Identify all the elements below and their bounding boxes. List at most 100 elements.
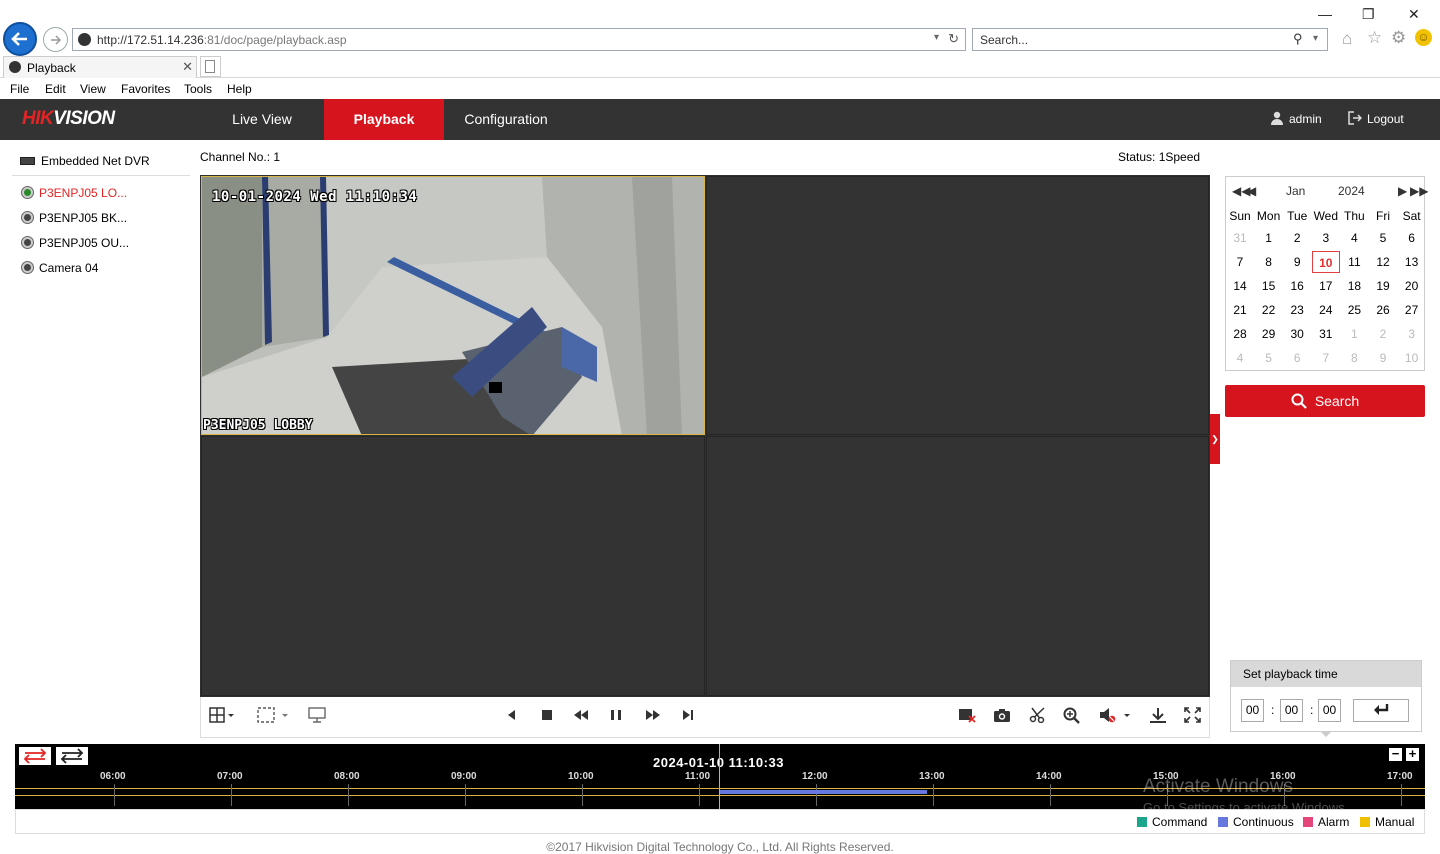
slow-down-icon[interactable] xyxy=(572,707,590,727)
calendar-day[interactable]: 30 xyxy=(1283,323,1311,345)
calendar-day[interactable]: 9 xyxy=(1283,251,1311,273)
calendar-day[interactable]: 12 xyxy=(1369,251,1397,273)
calendar-day[interactable]: 21 xyxy=(1226,299,1254,321)
video-window-1[interactable]: 10-01-2024 Wed 11:10:34 P3ENPJ05 LOBBY xyxy=(201,176,705,435)
address-bar[interactable]: http://172.51.14.236:81/doc/page/playbac… xyxy=(72,28,966,51)
forward-button[interactable] xyxy=(43,27,68,52)
nav-configuration[interactable]: Configuration xyxy=(444,99,568,140)
calendar-day[interactable]: 7 xyxy=(1226,251,1254,273)
menu-tools[interactable]: Tools xyxy=(184,82,212,96)
back-button[interactable] xyxy=(3,22,37,56)
next-month-icon[interactable]: ▶ xyxy=(1398,184,1407,198)
hour-input[interactable]: 00 xyxy=(1241,699,1264,722)
timeline-zoom-out-button[interactable]: − xyxy=(1389,747,1402,761)
settings-gear-icon[interactable]: ⚙ xyxy=(1391,28,1406,48)
calendar-day[interactable]: 5 xyxy=(1255,347,1283,369)
window-layout-icon[interactable] xyxy=(209,707,235,727)
tab-close-icon[interactable]: ✕ xyxy=(182,59,193,75)
calendar-day[interactable]: 31 xyxy=(1226,227,1254,249)
calendar-day[interactable]: 15 xyxy=(1255,275,1283,297)
calendar-day[interactable]: 18 xyxy=(1340,275,1368,297)
region-select-icon[interactable] xyxy=(257,707,291,727)
search-dropdown-icon[interactable]: ▾ xyxy=(1313,33,1318,44)
digital-zoom-icon[interactable] xyxy=(308,707,326,727)
calendar-day[interactable]: 7 xyxy=(1312,347,1340,369)
minimize-icon[interactable]: — xyxy=(1318,6,1332,22)
calendar-day[interactable]: 10 xyxy=(1311,251,1340,273)
timeline-next-period-button[interactable] xyxy=(56,747,88,765)
search-icon[interactable]: ⚲ xyxy=(1293,31,1303,47)
audio-muted-icon[interactable] xyxy=(1098,707,1132,727)
calendar-day[interactable]: 31 xyxy=(1312,323,1340,345)
calendar-day[interactable]: 3 xyxy=(1312,227,1340,249)
calendar-day[interactable]: 23 xyxy=(1283,299,1311,321)
dropdown-icon[interactable]: ▾ xyxy=(934,32,939,43)
home-icon[interactable]: ⌂ xyxy=(1342,29,1352,49)
calendar-day[interactable]: 27 xyxy=(1398,299,1426,321)
calendar-year[interactable]: 2024 xyxy=(1338,184,1365,198)
smiley-feedback-icon[interactable]: ☺ xyxy=(1415,29,1432,46)
user-menu[interactable]: admin xyxy=(1270,99,1322,140)
logout-button[interactable]: Logout xyxy=(1348,99,1404,140)
fullscreen-icon[interactable] xyxy=(1184,707,1201,727)
calendar-day[interactable]: 6 xyxy=(1398,227,1426,249)
calendar-day[interactable]: 5 xyxy=(1369,227,1397,249)
calendar-day[interactable]: 16 xyxy=(1283,275,1311,297)
calendar-day[interactable]: 11 xyxy=(1340,251,1368,273)
nav-live-view[interactable]: Live View xyxy=(200,99,324,140)
calendar-day[interactable]: 2 xyxy=(1369,323,1397,345)
timeline-prev-period-button[interactable] xyxy=(19,747,51,765)
menu-file[interactable]: File xyxy=(10,82,29,96)
tab-playback[interactable]: Playback ✕ xyxy=(3,56,197,78)
calendar-day[interactable]: 8 xyxy=(1255,251,1283,273)
browser-search-input[interactable]: Search... ⚲ ▾ xyxy=(972,28,1328,51)
refresh-icon[interactable]: ↻ xyxy=(948,31,959,47)
reverse-play-icon[interactable] xyxy=(504,707,518,727)
next-year-icon[interactable]: ▶▶ xyxy=(1410,184,1428,198)
calendar-day[interactable]: 28 xyxy=(1226,323,1254,345)
menu-edit[interactable]: Edit xyxy=(45,82,66,96)
calendar-day[interactable]: 4 xyxy=(1226,347,1254,369)
calendar-day[interactable]: 4 xyxy=(1340,227,1368,249)
video-window-4[interactable] xyxy=(706,436,1209,696)
tree-camera-3[interactable]: P3ENPJ05 OU... xyxy=(22,233,129,253)
calendar-day[interactable]: 26 xyxy=(1369,299,1397,321)
calendar-day[interactable]: 17 xyxy=(1312,275,1340,297)
nav-playback[interactable]: Playback xyxy=(324,99,444,140)
second-input[interactable]: 00 xyxy=(1318,699,1341,722)
timeline-cursor[interactable] xyxy=(719,744,720,809)
calendar-day[interactable]: 1 xyxy=(1255,227,1283,249)
capture-camera-icon[interactable] xyxy=(993,707,1011,727)
video-window-2[interactable] xyxy=(706,176,1209,435)
calendar-day[interactable]: 3 xyxy=(1398,323,1426,345)
tree-camera-1[interactable]: P3ENPJ05 LO... xyxy=(22,183,127,203)
new-tab-button[interactable] xyxy=(200,56,221,77)
calendar-day[interactable]: 25 xyxy=(1340,299,1368,321)
calendar-day[interactable]: 22 xyxy=(1255,299,1283,321)
prev-month-icon[interactable]: ◀ xyxy=(1247,184,1256,198)
zoom-in-icon[interactable] xyxy=(1063,707,1081,728)
tree-device[interactable]: Embedded Net DVR xyxy=(20,151,150,171)
tree-camera-4[interactable]: Camera 04 xyxy=(22,258,98,278)
calendar-day[interactable]: 6 xyxy=(1283,347,1311,369)
calendar-day[interactable]: 1 xyxy=(1340,323,1368,345)
close-window-icon[interactable]: ✕ xyxy=(1408,6,1420,23)
favorites-star-icon[interactable]: ☆ xyxy=(1367,28,1382,48)
go-enter-button[interactable] xyxy=(1353,699,1409,722)
timeline-zoom-in-button[interactable]: + xyxy=(1406,747,1419,761)
calendar-day[interactable]: 29 xyxy=(1255,323,1283,345)
single-frame-icon[interactable] xyxy=(680,707,696,727)
calendar-day[interactable]: 8 xyxy=(1340,347,1368,369)
calendar-day[interactable]: 2 xyxy=(1283,227,1311,249)
calendar-day[interactable]: 10 xyxy=(1398,347,1426,369)
tree-camera-2[interactable]: P3ENPJ05 BK... xyxy=(22,208,127,228)
download-icon[interactable] xyxy=(1149,707,1167,728)
collapse-panel-handle[interactable]: ❯ xyxy=(1210,414,1220,464)
calendar-day[interactable]: 9 xyxy=(1369,347,1397,369)
speed-up-icon[interactable] xyxy=(644,707,662,727)
stop-icon[interactable] xyxy=(540,707,554,727)
calendar-day[interactable]: 13 xyxy=(1398,251,1426,273)
calendar-day[interactable]: 14 xyxy=(1226,275,1254,297)
menu-favorites[interactable]: Favorites xyxy=(121,82,170,96)
calendar-day[interactable]: 24 xyxy=(1312,299,1340,321)
